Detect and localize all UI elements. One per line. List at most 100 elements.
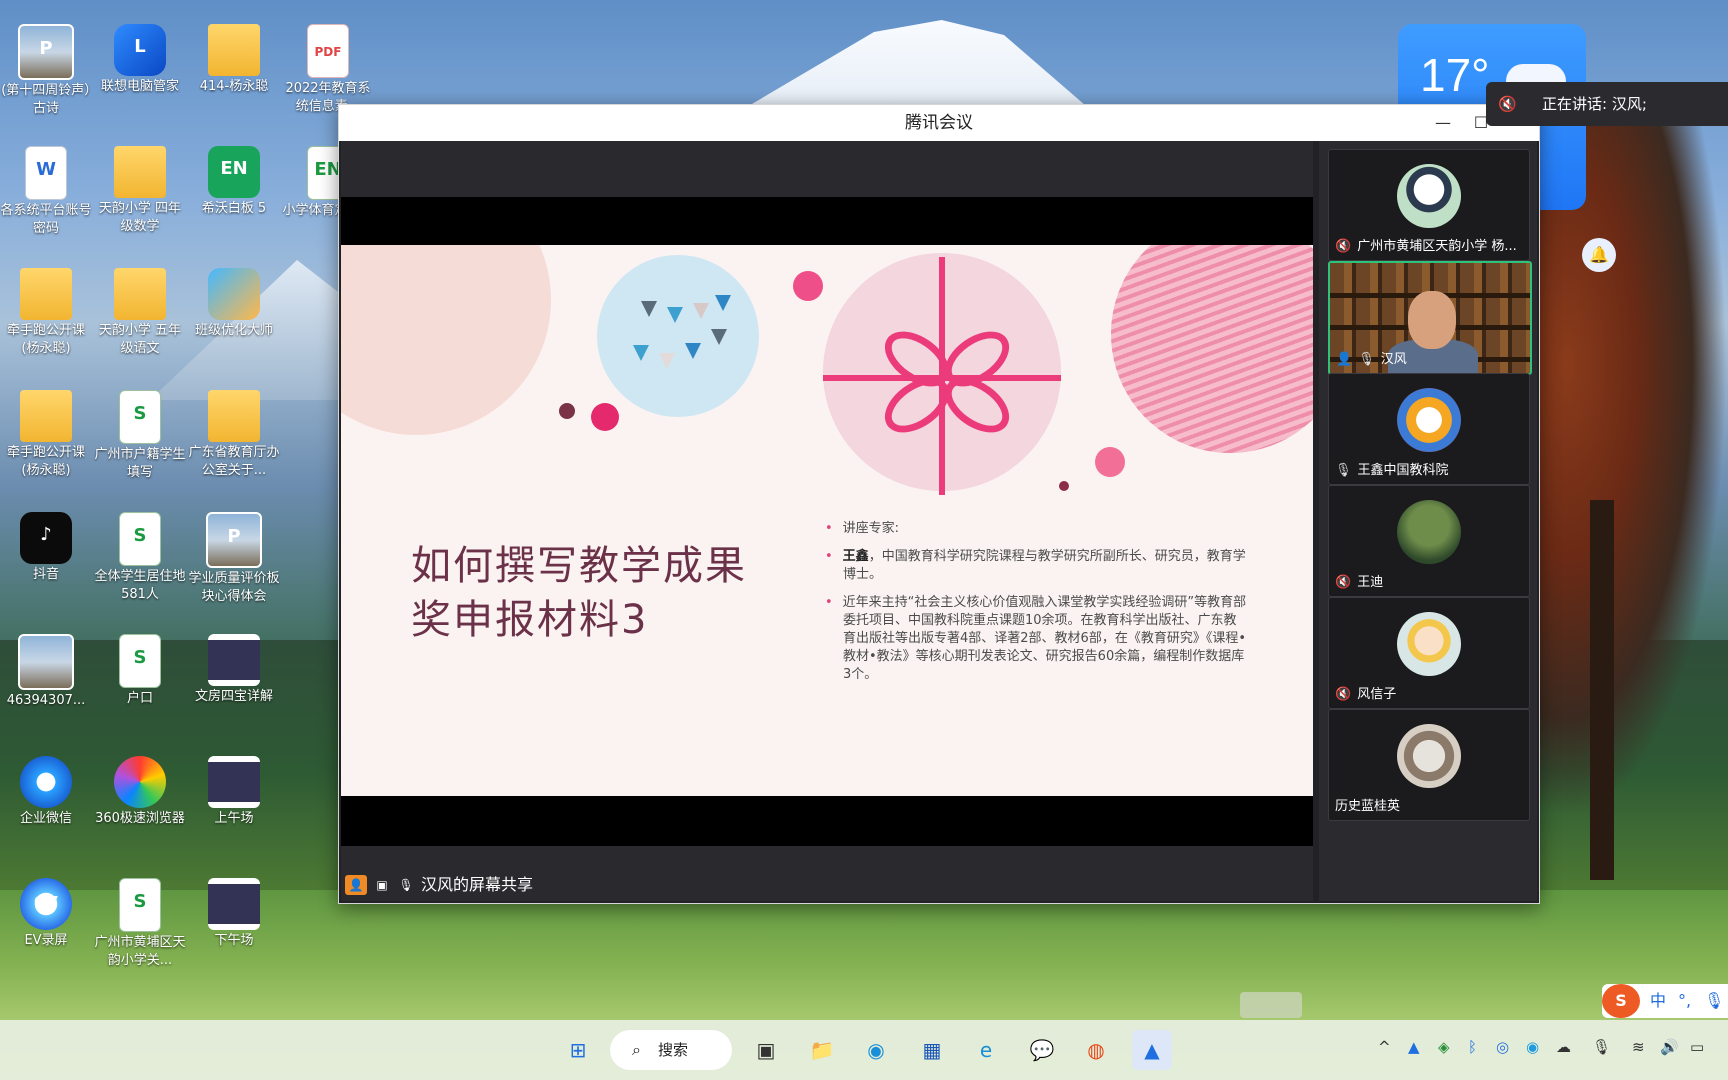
- letterbox-bottom: [341, 796, 1313, 846]
- participant-tile[interactable]: 🔇 广州市黄埔区天韵小学 杨...: [1328, 149, 1530, 261]
- participant-tile[interactable]: 🎙 王鑫中国教科院: [1328, 373, 1530, 485]
- wechat-icon[interactable]: 💬: [1022, 1030, 1062, 1070]
- 360-browser-icon[interactable]: ◍: [1076, 1030, 1116, 1070]
- mic-muted-icon: 🔇: [1498, 95, 1517, 113]
- tencent-meeting-icon[interactable]: ▲: [1132, 1030, 1172, 1070]
- desktop-icon[interactable]: 360极速浏览器: [94, 750, 186, 828]
- taskbar-search[interactable]: ⌕ 搜索: [610, 1030, 732, 1070]
- desktop-icon-label: 班级优化大师: [194, 323, 273, 338]
- taskbar: ⊞ ⌕ 搜索 ▣ 📁 ◉ ▦ e 💬 ◍ ▲ ^ ▲ ◈ ᛒ ◎ ◉ ☁ 🎙 ≋…: [0, 1020, 1728, 1080]
- video-icon: [208, 756, 260, 808]
- ime-language[interactable]: 中: [1650, 984, 1666, 1018]
- chevron-up-icon[interactable]: ^: [1378, 1038, 1391, 1056]
- bunting-flag: [659, 353, 675, 369]
- sogou-mini-bar[interactable]: [1240, 992, 1302, 1018]
- file-explorer-icon[interactable]: 📁: [802, 1030, 842, 1070]
- desktop-icon[interactable]: W 各系统平台账号密码: [0, 140, 92, 238]
- powerpoint-icon: P: [18, 24, 74, 80]
- desktop-icon[interactable]: S 户口: [94, 628, 186, 708]
- wifi-icon[interactable]: ≋: [1632, 1038, 1645, 1056]
- desktop-icon[interactable]: 牵手跑公开课(杨永聪): [0, 384, 92, 480]
- task-view-icon[interactable]: ▣: [746, 1030, 786, 1070]
- expert-intro: ，中国教育科学研究院课程与教学研究所副所长、研究员，教育学博士。: [843, 549, 1246, 582]
- desktop-icon[interactable]: EN 希沃白板 5: [188, 140, 280, 218]
- participant-tile[interactable]: 🔇 王迪: [1328, 485, 1530, 597]
- desktop-icon[interactable]: 广东省教育厅办公室关于...: [188, 384, 280, 480]
- bell-icon[interactable]: 🔔: [1582, 238, 1616, 272]
- battery-icon[interactable]: ▭: [1690, 1038, 1704, 1056]
- ime-punctuation[interactable]: °,: [1678, 984, 1691, 1018]
- word-icon: W: [25, 146, 67, 200]
- desktop-icon-label: 下午场: [214, 933, 254, 948]
- bunting-flag: [641, 301, 657, 317]
- bluetooth-icon[interactable]: ᛒ: [1468, 1038, 1477, 1056]
- desktop-icon[interactable]: P 学业质量评价板块心得体会: [188, 506, 280, 606]
- participant-tile-active[interactable]: 👤 🎙 汉风: [1328, 261, 1532, 375]
- search-icon: ⌕: [632, 1040, 641, 1059]
- background-tree-trunk: [1590, 500, 1614, 880]
- desktop-icon[interactable]: ♪ 抖音: [0, 506, 92, 584]
- avatar: [1397, 724, 1461, 788]
- share-label: 汉风的屏幕共享: [421, 875, 534, 894]
- desktop-icon-label: 天韵小学 四年级数学: [98, 201, 182, 234]
- douyin-icon: ♪: [20, 512, 72, 564]
- desktop-icon[interactable]: 企业微信: [0, 750, 92, 828]
- volume-icon[interactable]: 🔊: [1660, 1038, 1679, 1056]
- avatar: [1397, 388, 1461, 452]
- tray-security-icon[interactable]: ◈: [1438, 1038, 1450, 1056]
- slide-deco-dot: [793, 271, 823, 301]
- windows-start-icon[interactable]: ⊞: [558, 1030, 598, 1070]
- screen-share-stage: 如何撰写教学成果奖申报材料3 • 讲座专家: • 王鑫，中国教育科学研究院课程与教学…: [341, 141, 1313, 901]
- desktop-icon[interactable]: L 联想电脑管家: [94, 18, 186, 96]
- bunting-flag: [711, 329, 727, 345]
- letterbox-top: [341, 197, 1313, 245]
- avatar: [1397, 612, 1461, 676]
- desktop-icon[interactable]: S 广州市黄埔区天韵小学关...: [94, 872, 186, 970]
- desktop-icon-label: 广州市黄埔区天韵小学关...: [94, 935, 186, 968]
- tray-microphone-icon[interactable]: 🎙: [1592, 1038, 1611, 1056]
- desktop-icon[interactable]: PDF 2022年教育系统信息素...: [282, 18, 374, 116]
- desktop-icon-label: 文房四宝详解: [194, 689, 273, 704]
- slide-deco-circle: [341, 245, 551, 435]
- tray-app-icon[interactable]: ◎: [1496, 1038, 1509, 1056]
- desktop-icon[interactable]: 414-杨永聪: [188, 18, 280, 96]
- store-icon[interactable]: ▦: [912, 1030, 952, 1070]
- desktop-icon[interactable]: ev EV录屏: [0, 872, 92, 950]
- desktop-icon[interactable]: S 广州市户籍学生填写: [94, 384, 186, 482]
- participant-name: 王迪: [1357, 575, 1384, 590]
- participant-tile[interactable]: 历史蓝桂英: [1328, 709, 1530, 821]
- avatar: [1397, 164, 1461, 228]
- desktop-icon[interactable]: 上午场: [188, 750, 280, 828]
- edge-browser-icon[interactable]: ◉: [856, 1030, 896, 1070]
- participant-tile[interactable]: 🔇 风信子: [1328, 597, 1530, 709]
- tray-chat-icon[interactable]: ◉: [1526, 1038, 1539, 1056]
- desktop-icon[interactable]: 天韵小学 五年级语文: [94, 262, 186, 358]
- folder-icon: [20, 268, 72, 320]
- desktop-icon[interactable]: 46394307...: [0, 628, 92, 710]
- mic-muted-icon: 🔇: [1335, 239, 1352, 254]
- minimize-icon[interactable]: —: [1425, 105, 1461, 141]
- ime-microphone-icon[interactable]: 🎙: [1704, 984, 1724, 1018]
- tray-meeting-icon[interactable]: ▲: [1408, 1038, 1420, 1056]
- desktop-icon-label: 全体学生居住地581人: [94, 569, 186, 602]
- desktop-icon[interactable]: 下午场: [188, 872, 280, 950]
- desktop-icon[interactable]: S 全体学生居住地581人: [94, 506, 186, 604]
- slide-section-heading: 讲座专家:: [842, 521, 900, 536]
- speaking-notification: 🔇 正在讲话: 汉风;: [1486, 82, 1728, 126]
- desktop-icon[interactable]: 牵手跑公开课(杨永聪): [0, 262, 92, 358]
- desktop-icon-label: 各系统平台账号密码: [0, 203, 92, 236]
- participant-name: 历史蓝桂英: [1335, 799, 1401, 814]
- desktop-icon[interactable]: 文房四宝详解: [188, 628, 280, 706]
- bunting-flag: [633, 345, 649, 361]
- onedrive-icon[interactable]: ☁: [1556, 1038, 1571, 1056]
- speaking-text: 正在讲话: 汉风;: [1542, 95, 1647, 113]
- slide-deco-dot: [1059, 481, 1069, 491]
- ime-toolbar[interactable]: S 中 °, 🎙: [1602, 984, 1728, 1018]
- window-title: 腾讯会议: [905, 113, 973, 133]
- video-icon: [208, 634, 260, 686]
- desktop-icon[interactable]: P (第十四周铃声）古诗: [0, 18, 92, 118]
- ie-browser-icon[interactable]: e: [966, 1030, 1006, 1070]
- desktop-icon[interactable]: 班级优化大师: [188, 262, 280, 340]
- desktop-icon[interactable]: 天韵小学 四年级数学: [94, 140, 186, 236]
- slide-deco-circle-bunting: [597, 255, 759, 417]
